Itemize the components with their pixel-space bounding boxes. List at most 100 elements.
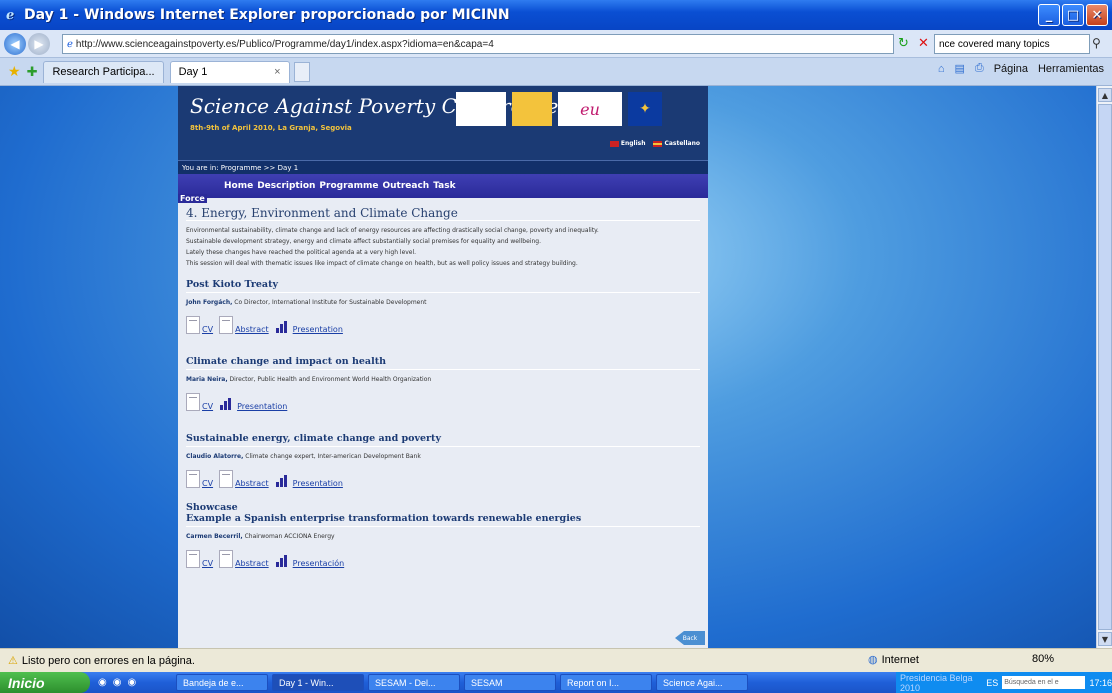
cv-link[interactable]: CV bbox=[202, 559, 213, 568]
menu-home[interactable]: Home bbox=[224, 181, 253, 191]
tray-text: Presidencia Belga 2010 bbox=[900, 672, 973, 693]
cv-document-icon bbox=[186, 316, 200, 334]
intro-line: Sustainable development strategy, energy… bbox=[186, 238, 541, 245]
taskbar-item[interactable]: Bandeja de e... bbox=[176, 674, 268, 691]
zoom-level[interactable]: 80% bbox=[1032, 653, 1054, 665]
cv-document-icon bbox=[186, 550, 200, 568]
talk-title: Climate change and impact on health bbox=[186, 356, 700, 370]
start-button[interactable]: Inicio bbox=[0, 672, 90, 693]
menu-outreach[interactable]: Outreach bbox=[382, 181, 429, 191]
tools-menu[interactable]: Herramientas bbox=[1038, 63, 1104, 75]
talk-title: Post Kioto Treaty bbox=[186, 279, 700, 293]
lang-spanish[interactable]: Castellano bbox=[653, 140, 700, 147]
taskbar-item[interactable]: Day 1 - Win... bbox=[272, 674, 364, 691]
clock: 17:16 bbox=[1089, 677, 1112, 688]
home-icon[interactable]: ⌂ bbox=[938, 63, 945, 75]
page-menu[interactable]: Página bbox=[994, 63, 1028, 75]
language-indicator[interactable]: ES bbox=[986, 678, 998, 688]
presentation-link[interactable]: Presentation bbox=[293, 479, 343, 488]
taskbar-item[interactable]: Science Agai... bbox=[656, 674, 748, 691]
url-field[interactable]: ℯ http://www.scienceagainstpoverty.es/Pu… bbox=[62, 34, 894, 54]
sponsor-logos: eu ✦ bbox=[456, 92, 662, 126]
forward-arrow-icon[interactable]: ▶ bbox=[28, 32, 50, 55]
tab-day1[interactable]: Day 1 × bbox=[169, 60, 290, 83]
abstract-link[interactable]: Abstract bbox=[235, 479, 269, 488]
speaker-role: Climate change expert, Inter-american De… bbox=[243, 453, 421, 460]
new-tab-button[interactable] bbox=[293, 61, 310, 82]
talk-item: Post Kioto Treaty John Forgách, Co Direc… bbox=[186, 279, 700, 334]
search-value: nce covered many topics bbox=[939, 38, 1050, 50]
speaker-name: Carmen Becerril, bbox=[186, 533, 243, 540]
talk-title: Sustainable energy, climate change and p… bbox=[186, 433, 700, 447]
address-toolbar: ◀ ▶ ℯ http://www.scienceagainstpoverty.e… bbox=[0, 30, 1112, 58]
speaker-role: Chairwoman ACCIONA Energy bbox=[242, 533, 335, 540]
site-banner: Science Against Poverty Conference 8th-9… bbox=[178, 86, 708, 160]
favorites-star-icon[interactable]: ★ bbox=[8, 63, 21, 80]
tray-search-input[interactable]: Búsqueda en el e bbox=[1002, 676, 1086, 689]
quick-launch: ◉ ◉ ◉ bbox=[98, 677, 172, 688]
browser-viewport: Science Against Poverty Conference 8th-9… bbox=[0, 86, 1096, 648]
presentation-link[interactable]: Presentation bbox=[293, 325, 343, 334]
language-switch: English Castellano bbox=[609, 140, 700, 147]
stop-icon[interactable]: ✕ bbox=[918, 36, 934, 52]
tab-research[interactable]: Research Participa... bbox=[43, 60, 164, 83]
back-button[interactable]: Back bbox=[675, 631, 705, 645]
presentation-link[interactable]: Presentation bbox=[237, 402, 287, 411]
page-body: Force 4. Energy, Environment and Climate… bbox=[178, 194, 708, 568]
status-text: Listo pero con errores en la página. bbox=[21, 654, 195, 667]
command-bar: ⌂ ▤ ⎙ Página Herramientas bbox=[938, 62, 1104, 75]
intro-line: Environmental sustainability, climate ch… bbox=[186, 227, 599, 234]
cv-link[interactable]: CV bbox=[202, 325, 213, 334]
zone-label: Internet bbox=[881, 653, 919, 666]
search-icon[interactable]: ⚲ bbox=[1092, 36, 1101, 50]
refresh-icon[interactable]: ↻ bbox=[898, 36, 914, 52]
abstract-link[interactable]: Abstract bbox=[235, 325, 269, 334]
talk-item: Showcase Example a Spanish enterprise tr… bbox=[186, 502, 700, 568]
talk-item: Sustainable energy, climate change and p… bbox=[186, 433, 700, 488]
presentation-link[interactable]: Presentación bbox=[293, 559, 345, 568]
showcase-label: Showcase bbox=[186, 502, 238, 513]
quicklaunch-icon[interactable]: ◉ bbox=[127, 677, 136, 688]
taskbar-item[interactable]: SESAM bbox=[464, 674, 556, 691]
speaker-line: John Forgách, Co Director, International… bbox=[186, 299, 700, 306]
abstract-link[interactable]: Abstract bbox=[235, 559, 269, 568]
talk-links: CV Abstract Presentation bbox=[186, 310, 700, 334]
quicklaunch-icon[interactable]: ◉ bbox=[113, 677, 122, 688]
speaker-name: Maria Neira, bbox=[186, 376, 228, 383]
menu-task[interactable]: Task bbox=[433, 181, 455, 191]
menu-description[interactable]: Description bbox=[257, 181, 315, 191]
menu-programme[interactable]: Programme bbox=[319, 181, 378, 191]
presentation-chart-icon bbox=[275, 554, 291, 568]
taskbar-item[interactable]: Report on I... bbox=[560, 674, 652, 691]
feeds-icon[interactable]: ▤ bbox=[954, 62, 964, 75]
menu-force[interactable]: Force bbox=[178, 194, 207, 203]
close-tab-icon[interactable]: × bbox=[274, 66, 280, 78]
presentation-chart-icon bbox=[275, 320, 291, 334]
speaker-line: Carmen Becerril, Chairwoman ACCIONA Ener… bbox=[186, 533, 700, 540]
breadcrumb: You are in: Programme >> Day 1 bbox=[178, 160, 708, 174]
taskbar-item[interactable]: SESAM - Del... bbox=[368, 674, 460, 691]
cv-link[interactable]: CV bbox=[202, 479, 213, 488]
section-title: 4. Energy, Environment and Climate Chang… bbox=[186, 198, 700, 221]
close-button[interactable]: ✕ bbox=[1086, 4, 1108, 26]
web-page: Science Against Poverty Conference 8th-9… bbox=[178, 86, 708, 648]
globe-icon: ◍ bbox=[868, 654, 878, 666]
cv-link[interactable]: CV bbox=[202, 402, 213, 411]
minimize-button[interactable]: _ bbox=[1038, 4, 1060, 26]
lang-english[interactable]: English bbox=[609, 140, 645, 147]
section-intro: Environmental sustainability, climate ch… bbox=[186, 225, 700, 269]
speaker-line: Maria Neira, Director, Public Health and… bbox=[186, 376, 700, 383]
scroll-down-icon[interactable]: ▼ bbox=[1098, 632, 1112, 646]
window-titlebar: ℯ Day 1 - Windows Internet Explorer prop… bbox=[0, 0, 1112, 30]
scroll-thumb[interactable] bbox=[1098, 104, 1112, 630]
back-arrow-icon[interactable]: ◀ bbox=[4, 32, 26, 55]
vertical-scrollbar[interactable]: ▲ ▼ bbox=[1096, 86, 1112, 648]
tab-label: Research Participa... bbox=[52, 66, 155, 78]
scroll-up-icon[interactable]: ▲ bbox=[1098, 88, 1112, 102]
quicklaunch-icon[interactable]: ◉ bbox=[98, 677, 107, 688]
maximize-button[interactable]: □ bbox=[1062, 4, 1084, 26]
warning-icon[interactable]: ⚠ bbox=[8, 654, 18, 667]
add-favorites-icon[interactable]: ✚ bbox=[27, 64, 38, 80]
search-input[interactable]: nce covered many topics bbox=[934, 34, 1090, 54]
print-icon[interactable]: ⎙ bbox=[975, 62, 984, 75]
